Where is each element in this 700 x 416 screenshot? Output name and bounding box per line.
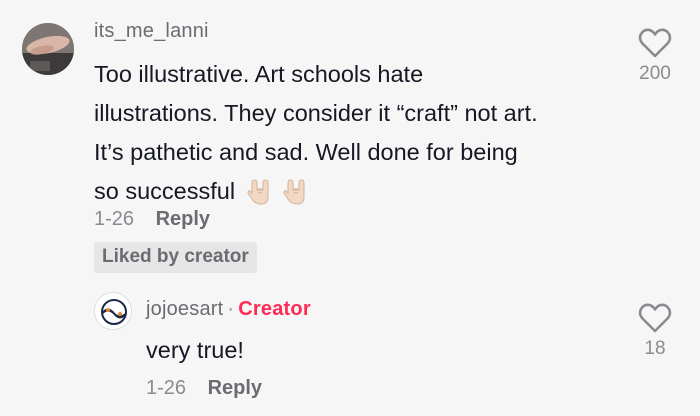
reply-like-column: 18 — [625, 302, 685, 360]
comment-meta: 1-26 Reply — [94, 208, 210, 231]
reply-button[interactable]: Reply — [156, 208, 210, 230]
reply-date: 1-26 — [146, 377, 187, 399]
reply-username[interactable]: jojoesart — [146, 298, 223, 320]
avatar[interactable] — [22, 23, 74, 75]
reply-avatar[interactable] — [94, 292, 132, 330]
like-column: 200 — [625, 27, 685, 85]
comment-date: 1-26 — [94, 208, 135, 230]
rock-on-hand-icon — [282, 177, 308, 217]
comment-line: illustrations. They consider it “craft” … — [94, 100, 538, 126]
comment-line: so successful — [94, 178, 236, 204]
separator: · — [227, 298, 235, 320]
reply-like-count: 18 — [644, 338, 666, 359]
reply-reply-button[interactable]: Reply — [208, 377, 262, 399]
comment-text: Too illustrative. Art schools hate illus… — [94, 55, 538, 217]
rock-on-hand-icon — [246, 177, 272, 217]
like-count: 200 — [639, 63, 671, 84]
comment-line: It’s pathetic and sad. Well done for bei… — [94, 139, 518, 165]
reply-header: jojoesart · Creator — [146, 298, 311, 321]
heart-icon[interactable] — [625, 302, 685, 334]
reply-text: very true! — [146, 337, 244, 363]
liked-by-creator-badge: Liked by creator — [94, 242, 257, 273]
comment-username[interactable]: its_me_lanni — [94, 20, 209, 43]
reply-meta: 1-26 Reply — [146, 377, 262, 400]
heart-icon[interactable] — [625, 27, 685, 59]
comment-line: Too illustrative. Art schools hate — [94, 61, 424, 87]
creator-tag: Creator — [238, 298, 311, 320]
